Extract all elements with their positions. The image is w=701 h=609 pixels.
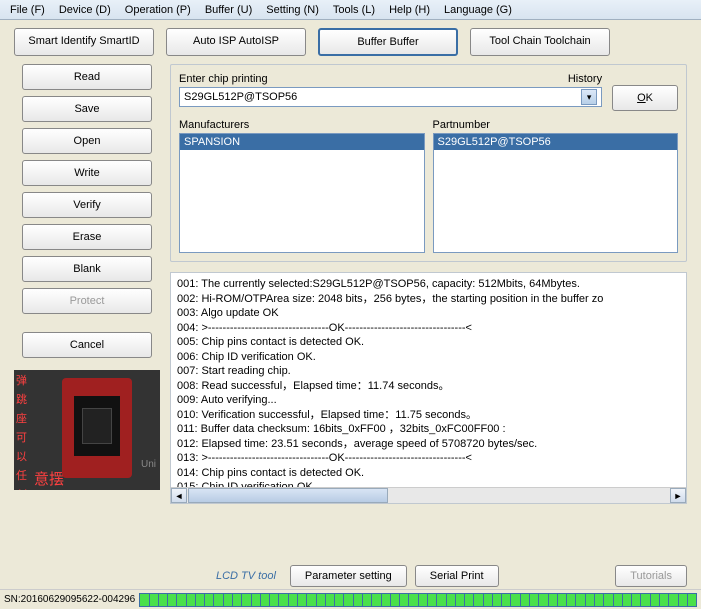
log-line: 007: Start reading chip. [177,364,680,379]
lcdtv-label: LCD TV tool [210,570,282,582]
chip-combo-value: S29GL512P@TSOP56 [184,91,297,103]
log-line: 011: Buffer data checksum: 16bits_0xFF00… [177,422,680,437]
ok-button[interactable]: OK [612,85,678,111]
scroll-thumb[interactable] [188,488,388,503]
manufacturers-list[interactable]: SPANSION [179,133,425,253]
log-line: 001: The currently selected:S29GL512P@TS… [177,277,680,292]
open-button[interactable]: Open [22,128,152,154]
buffer-button[interactable]: Buffer Buffer [318,28,458,56]
log-line: 013: >---------------------------------O… [177,451,680,466]
menu-language[interactable]: Language (G) [438,2,518,17]
scroll-left-icon[interactable]: ◄ [171,488,187,503]
log-line: 006: Chip ID verification OK. [177,350,680,365]
chip-combo[interactable]: S29GL512P@TSOP56 ▾ [179,87,602,107]
menu-help[interactable]: Help (H) [383,2,436,17]
partnumber-list[interactable]: S29GL512P@TSOP56 [433,133,679,253]
autoisp-button[interactable]: Auto ISP AutoISP [166,28,306,56]
protect-button: Protect [22,288,152,314]
log-line: 003: Algo update OK [177,306,680,321]
horizontal-scrollbar[interactable]: ◄ ► [171,487,686,503]
adapter-preview: 弹跳座可以任 意摆 放 Uni [14,370,160,490]
log-line: 014: Chip pins contact is detected OK. [177,466,680,481]
list-item[interactable]: S29GL512P@TSOP56 [434,134,678,150]
progress-bar [139,593,697,607]
preview-text: 弹跳座可以任 [16,372,34,486]
serial-print-button[interactable]: Serial Print [415,565,499,587]
enter-chip-label: Enter chip printing [179,73,268,85]
log-line: 009: Auto verifying... [177,393,680,408]
menu-device[interactable]: Device (D) [53,2,117,17]
manufacturers-label: Manufacturers [179,119,425,131]
menu-tools[interactable]: Tools (L) [327,2,381,17]
menu-setting[interactable]: Setting (N) [260,2,325,17]
cancel-button[interactable]: Cancel [22,332,152,358]
menu-file[interactable]: File (F) [4,2,51,17]
log-line: 008: Read successful，Elapsed time：11.74 … [177,379,680,394]
serial-number: SN:20160629095622-004296 [4,594,135,605]
list-item[interactable]: SPANSION [180,134,424,150]
chevron-down-icon[interactable]: ▾ [581,89,597,105]
partnumber-label: Partnumber [433,119,679,131]
erase-button[interactable]: Erase [22,224,152,250]
history-label: History [568,73,602,85]
log-area: 001: The currently selected:S29GL512P@TS… [170,272,687,504]
parameter-setting-button[interactable]: Parameter setting [290,565,407,587]
log-line: 004: >---------------------------------O… [177,321,680,336]
tutorials-button[interactable]: Tutorials [615,565,687,587]
save-button[interactable]: Save [22,96,152,122]
blank-button[interactable]: Blank [22,256,152,282]
log-line: 010: Verification successful，Elapsed tim… [177,408,680,423]
verify-button[interactable]: Verify [22,192,152,218]
smartid-button[interactable]: Smart Identify SmartID [14,28,154,56]
log-line: 012: Elapsed time: 23.51 seconds，average… [177,437,680,452]
write-button[interactable]: Write [22,160,152,186]
menu-operation[interactable]: Operation (P) [119,2,197,17]
toolchain-button[interactable]: Tool Chain Toolchain [470,28,610,56]
scroll-right-icon[interactable]: ► [670,488,686,503]
log-line: 005: Chip pins contact is detected OK. [177,335,680,350]
read-button[interactable]: Read [22,64,152,90]
menu-buffer[interactable]: Buffer (U) [199,2,258,17]
log-line: 002: Hi-ROM/OTPArea size: 2048 bits，256 … [177,292,680,307]
